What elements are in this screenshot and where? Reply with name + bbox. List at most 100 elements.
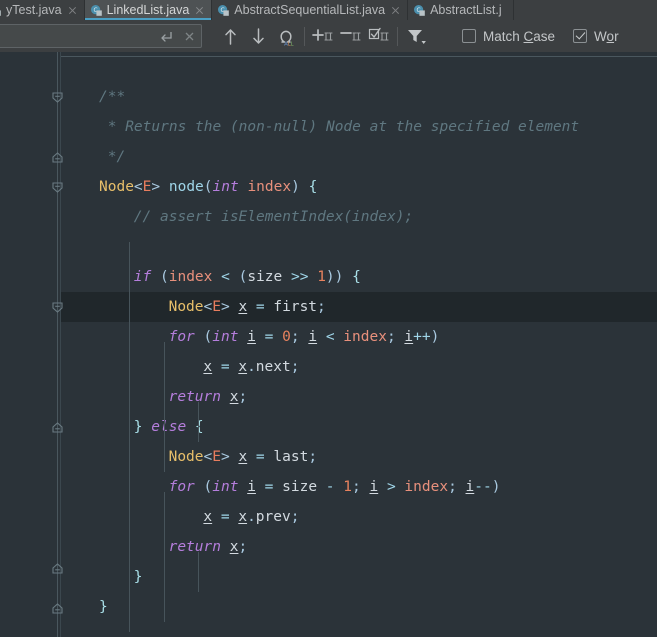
code-token: 1 (343, 479, 352, 495)
code-token: ; (290, 509, 300, 525)
editor-tab-abstractsequentiallist-java[interactable]: C AbstractSequentialList.java (212, 0, 409, 20)
code-token: = (220, 359, 230, 375)
code-token: else (151, 419, 187, 435)
code-line[interactable]: return x; (61, 532, 657, 562)
words-checkbox-item[interactable]: Wor (573, 29, 619, 44)
code-content[interactable]: /** * Returns the (non-null) Node at the… (61, 52, 657, 637)
code-token: size (282, 479, 318, 495)
filter-funnel-icon[interactable] (402, 23, 432, 49)
code-editor[interactable]: /** * Returns the (non-null) Node at the… (0, 52, 657, 637)
code-token: for (168, 479, 195, 495)
code-token: < (203, 299, 213, 315)
search-input[interactable] (0, 25, 153, 47)
indent-guide (163, 342, 165, 472)
code-token: prev (255, 509, 291, 525)
code-token: < (133, 179, 143, 195)
code-token: > (220, 449, 230, 465)
code-line[interactable]: /** (61, 82, 657, 112)
code-token: i (247, 329, 256, 345)
code-line[interactable]: } (61, 562, 657, 592)
match-case-checkbox-item[interactable]: Match Case (462, 29, 555, 44)
code-token: size (247, 269, 283, 285)
code-line[interactable] (61, 232, 657, 262)
code-line[interactable]: if (index < (size >> 1)) { (61, 262, 657, 292)
code-line[interactable]: for (int i = size - 1; i > index; i--) (61, 472, 657, 502)
code-token: * Returns the (non-null) Node at the spe… (99, 119, 580, 135)
find-all-omega-icon[interactable]: A L L (272, 23, 300, 49)
code-line[interactable]: } (61, 592, 657, 622)
code-line[interactable]: for (int i = 0; i < index; i++) (61, 322, 657, 352)
find-previous-button[interactable] (216, 23, 244, 49)
close-icon[interactable] (194, 5, 205, 16)
code-line[interactable]: * Returns the (non-null) Node at the spe… (61, 112, 657, 142)
code-token: */ (99, 149, 126, 165)
code-line[interactable]: Node<E> x = last; (61, 442, 657, 472)
clear-search-icon[interactable] (177, 25, 201, 47)
editor-tab-ytest-java[interactable]: CyTest.java (0, 0, 85, 20)
code-token: ; (308, 449, 318, 465)
code-token: i (404, 329, 414, 345)
code-token: for (168, 329, 195, 345)
code-line[interactable]: x = x.next; (61, 352, 657, 382)
search-field-wrapper[interactable] (0, 24, 202, 48)
words-checkbox[interactable] (573, 29, 588, 43)
code-token: 1 (317, 269, 326, 285)
close-icon[interactable] (67, 5, 78, 16)
code-line[interactable]: return x; (61, 382, 657, 412)
code-token: last (273, 449, 309, 465)
code-line[interactable]: // assert isElementIndex(index); (61, 202, 657, 232)
code-token: return (168, 539, 221, 555)
code-token: . (247, 359, 256, 375)
tab-label: LinkedList.java (106, 3, 190, 17)
code-token: x (238, 509, 248, 525)
code-token: x (238, 299, 248, 315)
code-token: ; (290, 359, 300, 375)
code-token: ( (203, 479, 213, 495)
java-class-icon: C (90, 4, 103, 17)
code-line[interactable]: x = x.prev; (61, 502, 657, 532)
remove-selection-icon[interactable] (337, 23, 365, 49)
enter-return-icon[interactable] (153, 25, 177, 47)
select-all-occurrences-icon[interactable] (365, 23, 393, 49)
indent-guide (128, 242, 130, 632)
code-token: ; (448, 479, 466, 495)
match-case-checkbox[interactable] (462, 29, 476, 43)
code-line[interactable]: Node<E> node(int index) { (61, 172, 657, 202)
editor-tab-abstractlist-j[interactable]: C AbstractList.j (408, 0, 514, 20)
code-token: ; (352, 479, 370, 495)
code-token: ; (386, 329, 405, 345)
close-icon[interactable] (390, 5, 401, 16)
java-class-icon: C (0, 4, 2, 17)
code-token: if (133, 269, 152, 285)
code-line[interactable] (61, 52, 657, 82)
editor-gutter[interactable] (0, 52, 63, 637)
find-next-button[interactable] (244, 23, 272, 49)
code-line[interactable]: } else { (61, 412, 657, 442)
match-case-label: Match Case (483, 28, 556, 44)
editor-tab-linkedlist-java[interactable]: C LinkedList.java (84, 0, 213, 20)
code-token: ++ (413, 329, 431, 345)
code-token: ; (238, 389, 248, 405)
code-line[interactable]: */ (61, 142, 657, 172)
code-token: E (212, 449, 221, 465)
code-token: > (220, 299, 230, 315)
code-token: first (273, 299, 318, 315)
code-line[interactable]: Node<E> x = first; (61, 292, 657, 322)
add-selection-icon[interactable] (309, 23, 337, 49)
code-token: Node (168, 449, 204, 465)
